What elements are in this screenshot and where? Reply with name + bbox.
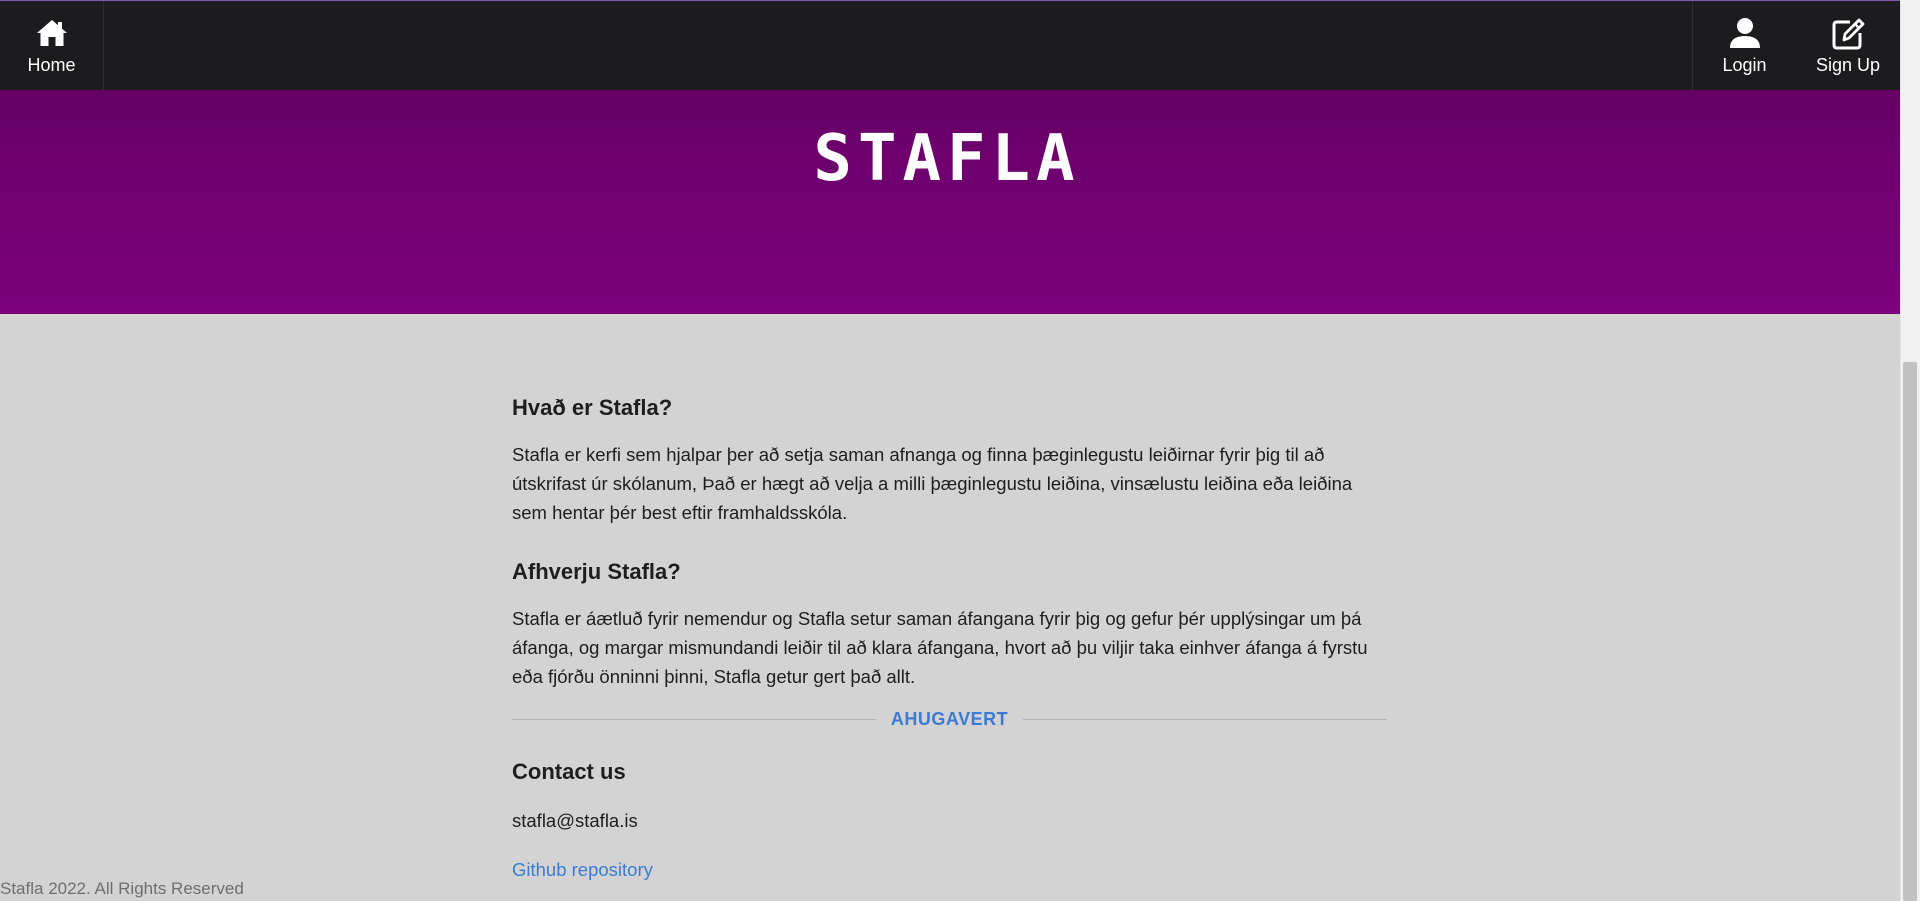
page: STAFLA Home Login Sign Up Hvað er Stafla…	[0, 0, 1920, 901]
divider-line-right	[1023, 719, 1387, 720]
user-icon	[1729, 18, 1760, 48]
svg-text:STAFLA: STAFLA	[813, 128, 1080, 188]
nav-signup-link[interactable]: Sign Up	[1796, 1, 1900, 90]
section-title-why: Afhverju Stafla?	[512, 559, 681, 584]
nav-signup-label: Sign Up	[1815, 55, 1881, 75]
edit-icon	[1832, 18, 1865, 50]
nav-left: Home	[0, 1, 104, 90]
section-title-what-is: Hvað er Stafla?	[512, 395, 673, 420]
github-repository-link[interactable]: Github repository	[512, 857, 653, 883]
footer-copyright: Stafla 2022. All Rights Reserved	[0, 879, 244, 898]
scrollbar-thumb[interactable]	[1903, 362, 1917, 901]
home-icon	[36, 20, 67, 46]
nav-login-link[interactable]: Login	[1692, 1, 1796, 90]
section-body-why: Stafla er áætluð fyrir nemendur og Stafl…	[512, 608, 1368, 687]
nav-home-label: Home	[27, 55, 76, 75]
section-body-what-is: Stafla er kerfi sem hjalpar þer að setja…	[512, 444, 1353, 523]
contact-title: Contact us	[512, 759, 626, 784]
vertical-scrollbar[interactable]	[1900, 0, 1920, 901]
contact-email: stafla@stafla.is	[512, 810, 638, 831]
contact-section: Contact us stafla@stafla.is Github repos…	[512, 754, 1387, 880]
nav-login-label: Login	[1722, 55, 1767, 75]
divider-line-left	[512, 719, 876, 720]
divider-label: AHUGAVERT	[890, 709, 1009, 729]
stafla-logo: STAFLA	[813, 128, 1080, 188]
top-navigation: Home Login Sign Up	[0, 0, 1900, 90]
nav-home-link[interactable]: Home	[0, 1, 104, 90]
nav-right: Login Sign Up	[1692, 1, 1900, 90]
